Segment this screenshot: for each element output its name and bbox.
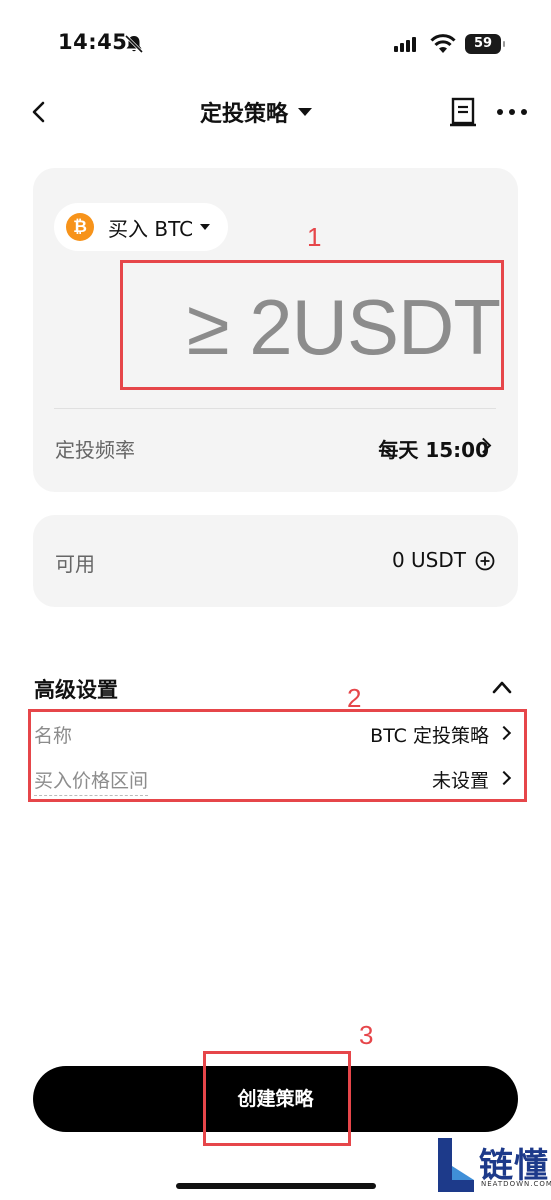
available-label: 可用: [55, 552, 95, 576]
watermark-subtext: NEATDOWN.COM: [481, 1180, 551, 1188]
frequency-label: 定投频率: [55, 438, 135, 462]
annotation-box-3: [203, 1051, 351, 1146]
btc-icon: ₿: [66, 213, 94, 241]
page-title[interactable]: 定投策略: [200, 96, 350, 128]
coin-selector[interactable]: ₿ 买入 BTC: [54, 203, 228, 251]
coin-label: 买入 BTC: [108, 216, 194, 241]
annotation-box-2: [28, 709, 527, 802]
status-time: 14:45: [58, 30, 128, 54]
watermark-logo-icon: [438, 1138, 474, 1192]
caret-down-icon: [298, 108, 313, 116]
chevron-up-icon[interactable]: [492, 680, 512, 694]
more-icon[interactable]: [496, 108, 528, 116]
divider: [54, 408, 496, 409]
frequency-value[interactable]: 每天 15:00: [378, 434, 489, 463]
annotation-number-3: 3: [359, 1020, 374, 1050]
caret-down-icon: [200, 224, 211, 230]
annotation-number-1: 1: [307, 222, 322, 252]
annotation-box-1: [120, 260, 504, 390]
back-icon[interactable]: [28, 100, 50, 124]
annotation-number-2: 2: [347, 683, 362, 713]
signal-icon: [394, 37, 416, 52]
advanced-settings-title: 高级设置: [34, 678, 118, 702]
battery-icon: 59: [465, 34, 505, 54]
page-title-text: 定投策略: [200, 102, 289, 127]
wifi-icon: [430, 34, 456, 53]
available-value: 0 USDT: [391, 548, 466, 572]
home-indicator: [176, 1183, 376, 1189]
document-icon[interactable]: [450, 97, 476, 127]
bell-slash-icon: [124, 35, 144, 53]
plus-circle-icon[interactable]: [475, 551, 495, 571]
